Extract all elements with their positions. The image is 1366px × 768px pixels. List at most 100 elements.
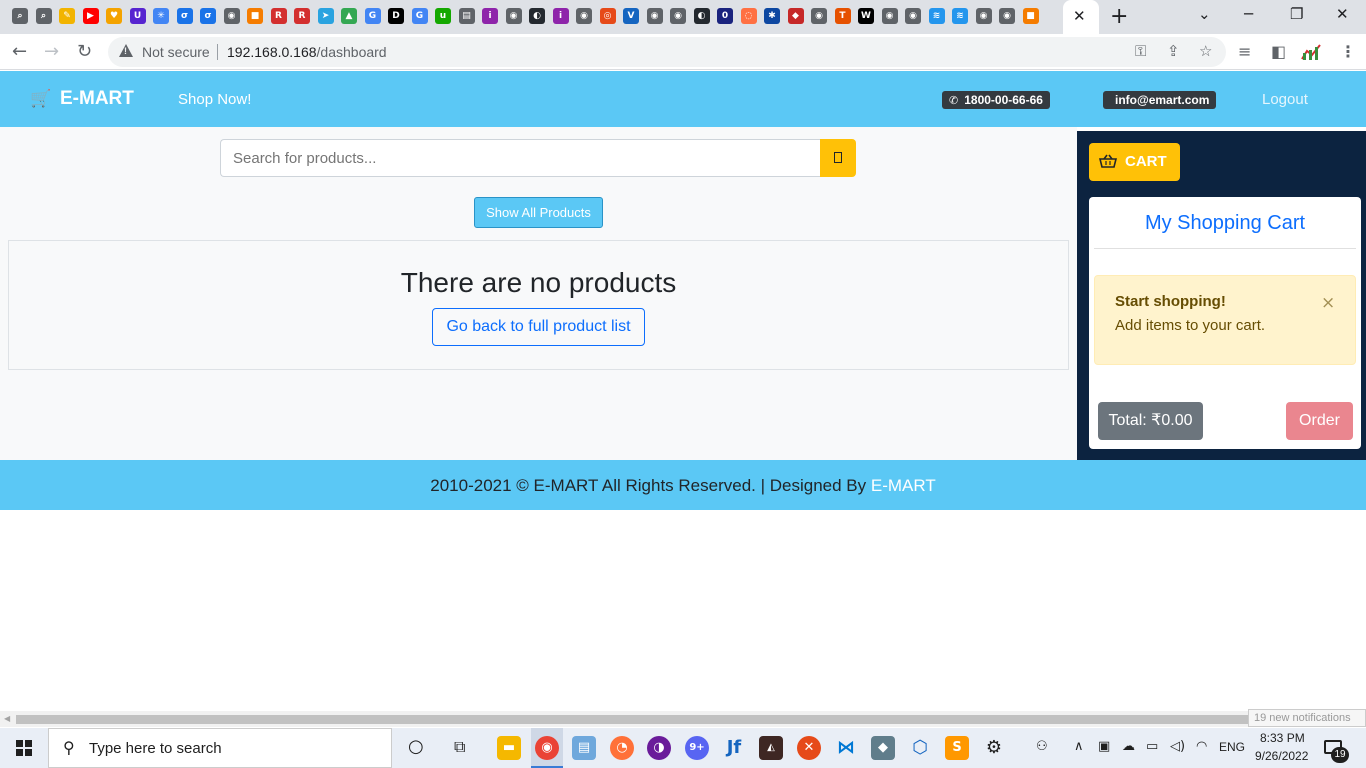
tab-favicon-24-icon[interactable]: i (552, 8, 569, 24)
battery-icon[interactable]: ▭ (1146, 739, 1158, 754)
tab-favicon-youtube-icon[interactable]: ▶ (82, 8, 99, 24)
tab-favicon-1-icon[interactable]: ⌕ (12, 8, 28, 24)
tab-favicon-8-icon[interactable]: σ (176, 8, 193, 24)
tab-favicon-42-icon[interactable]: ◉ (975, 8, 992, 24)
tab-favicon-13-icon[interactable]: R (294, 8, 310, 24)
maximize-icon[interactable]: ❐ (1290, 5, 1303, 23)
address-bar[interactable]: Not secure 192.168.0.168/dashboard ⚿ ⇪ ☆ (108, 37, 1226, 67)
vscode-icon[interactable]: ⋈ (834, 736, 858, 760)
logout-link[interactable]: Logout (1262, 91, 1308, 108)
tab-favicon-26-icon[interactable]: ◎ (599, 8, 616, 24)
tab-close-icon[interactable]: ✕ (1073, 7, 1086, 25)
product-search-input[interactable] (220, 139, 821, 177)
scroll-left-icon[interactable]: ◀ (4, 714, 10, 723)
minimize-icon[interactable]: ─ (1244, 5, 1253, 23)
tab-favicon-7-icon[interactable]: ✳ (153, 8, 169, 24)
cortana-icon[interactable]: ○ (408, 736, 424, 757)
language-indicator[interactable]: ENG (1219, 740, 1245, 754)
tab-favicon-github-icon[interactable]: ◐ (529, 8, 545, 24)
tab-favicon-telegram-icon[interactable]: ➤ (317, 8, 334, 24)
reload-icon[interactable]: ↻ (77, 41, 92, 62)
tab-favicon-2-icon[interactable]: ⌕ (35, 8, 52, 24)
tab-search-chevron-icon[interactable]: ⌄ (1198, 5, 1211, 23)
clock-time[interactable]: 8:33 PM (1260, 731, 1305, 745)
forward-arrow-icon[interactable]: → (44, 41, 59, 62)
git-tool-icon[interactable]: ◆ (871, 736, 895, 760)
new-tab-icon[interactable]: + (1110, 4, 1128, 29)
sublime-text-icon[interactable]: S (945, 736, 969, 760)
firefox-icon[interactable]: ◔ (610, 736, 634, 760)
windows-start-icon[interactable] (16, 740, 32, 756)
tab-favicon-31-icon[interactable]: 0 (717, 8, 733, 24)
url-text[interactable]: 192.168.0.168/dashboard (227, 44, 387, 60)
bookmark-star-icon[interactable]: ☆ (1199, 42, 1212, 60)
tab-favicon-docker-2-icon[interactable]: ≋ (952, 8, 968, 24)
tab-favicon-39-icon[interactable]: ◉ (905, 8, 921, 24)
window-close-icon[interactable]: ✕ (1336, 5, 1349, 23)
show-all-products-button[interactable]: Show All Products (474, 197, 603, 228)
tab-favicon-docker-icon[interactable]: ≋ (928, 8, 945, 24)
tab-favicon-35-icon[interactable]: ◉ (811, 8, 827, 24)
people-icon[interactable]: ⚇ (1036, 739, 1048, 754)
go-back-button[interactable]: Go back to full product list (432, 308, 645, 346)
brand-logo[interactable]: 🛒 E-MART (30, 88, 134, 110)
search-button[interactable] (820, 139, 856, 177)
browser-menu-icon[interactable]: ⋮ (1340, 42, 1356, 61)
tab-favicon-29-icon[interactable]: ◉ (670, 8, 686, 24)
tab-favicon-10-icon[interactable]: ◉ (223, 8, 240, 24)
tab-favicon-3-icon[interactable]: ✎ (59, 8, 75, 24)
chrome-icon[interactable]: ◉ (535, 736, 559, 760)
order-button[interactable]: Order (1286, 402, 1353, 440)
tab-favicon-11-icon[interactable]: ■ (247, 8, 263, 24)
tab-favicon-5-icon[interactable]: ♥ (106, 8, 122, 24)
tab-favicon-upwork-icon[interactable]: u (435, 8, 451, 24)
meet-now-icon[interactable]: ▣ (1098, 739, 1110, 754)
shop-now-link[interactable]: Shop Now! (178, 91, 251, 108)
scrollbar-thumb[interactable] (16, 715, 1350, 724)
tab-favicon-20-icon[interactable]: ▤ (458, 8, 475, 24)
jfrog-icon[interactable]: Jf (722, 736, 746, 760)
media-player-icon[interactable]: ◑ (647, 736, 671, 760)
cart-button[interactable]: CART (1089, 143, 1180, 181)
settings-gear-icon[interactable]: ⚙ (982, 736, 1006, 760)
tab-favicon-25-icon[interactable]: ◉ (576, 8, 592, 24)
tab-favicon-udemy-icon[interactable]: U (129, 8, 146, 24)
tab-favicon-44-icon[interactable]: ■ (1022, 8, 1039, 24)
tab-favicon-github-2-icon[interactable]: ◐ (693, 8, 710, 24)
tab-favicon-27-icon[interactable]: V (623, 8, 639, 24)
horizontal-scrollbar[interactable]: ◀ (0, 711, 1366, 727)
task-view-icon[interactable]: ⧉ (454, 737, 465, 757)
clock-date[interactable]: 9/26/2022 (1255, 749, 1308, 763)
tab-favicon-dev-icon[interactable]: D (388, 8, 404, 24)
tab-favicon-9-icon[interactable]: σ (200, 8, 216, 24)
postman-icon[interactable]: ✕ (797, 736, 821, 760)
tab-favicon-38-icon[interactable]: ◉ (881, 8, 898, 24)
file-explorer-icon[interactable]: ▬ (497, 736, 521, 760)
security-label[interactable]: Not secure (142, 44, 210, 60)
virtualbox-icon[interactable]: ⬡ (908, 736, 932, 760)
tab-favicon-28-icon[interactable]: ◉ (646, 8, 663, 24)
tab-favicon-google-icon[interactable]: G (364, 8, 381, 24)
back-arrow-icon[interactable]: ← (12, 41, 27, 62)
side-panel-icon[interactable]: ◧ (1271, 42, 1286, 61)
tray-chevron-icon[interactable]: ∧ (1074, 739, 1084, 754)
tab-favicon-22-icon[interactable]: ◉ (505, 8, 522, 24)
onedrive-icon[interactable]: ☁ (1122, 739, 1135, 754)
tab-favicon-21-icon[interactable]: i (482, 8, 498, 24)
notepad-icon[interactable]: ▤ (572, 736, 596, 760)
reading-list-icon[interactable]: ≡ (1238, 42, 1251, 61)
xampp-icon[interactable]: ◭ (759, 736, 783, 760)
wifi-icon[interactable]: ◠ (1196, 739, 1207, 754)
tab-favicon-34-icon[interactable]: ◆ (787, 8, 804, 24)
taskbar-search-box[interactable]: ⚲ Type here to search (48, 728, 392, 768)
tab-favicon-drive-icon[interactable]: ▲ (341, 8, 357, 24)
share-icon[interactable]: ⇪ (1167, 42, 1180, 60)
discord-icon[interactable]: 9+ (685, 736, 709, 760)
tab-favicon-google-2-icon[interactable]: G (411, 8, 428, 24)
key-icon[interactable]: ⚿ (1135, 42, 1146, 60)
tab-favicon-33-icon[interactable]: ✱ (764, 8, 780, 24)
footer-brand-link[interactable]: E-MART (871, 476, 936, 495)
warning-icon[interactable] (119, 44, 133, 57)
tab-favicon-43-icon[interactable]: ◉ (999, 8, 1015, 24)
tab-favicon-37-icon[interactable]: W (858, 8, 874, 24)
